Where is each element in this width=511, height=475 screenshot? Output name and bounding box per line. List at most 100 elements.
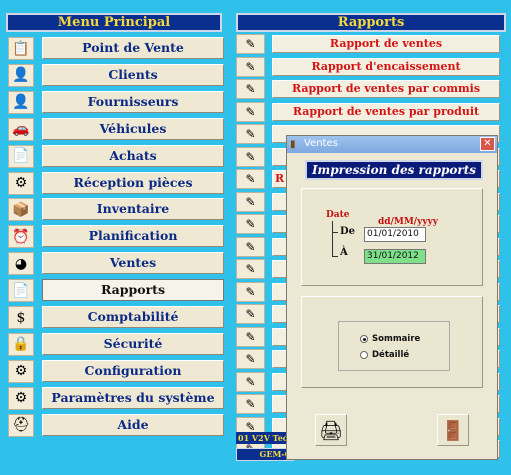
dollar-icon[interactable]: $ [8,306,34,329]
dialog-titlebar[interactable]: ▮ Ventes ✕ [287,136,497,153]
configuration-icon[interactable]: ⚙ [8,359,34,383]
menu-item-row: ⏰ Planification [8,225,224,249]
menu-button[interactable]: Rapports [42,279,224,302]
pencil-report-icon[interactable]: ✎ [236,259,265,279]
report-button[interactable]: Rapport de ventes par produit [272,102,500,121]
menu-button[interactable]: Aide [42,413,224,436]
date-format-label: dd/MM/yyyy [378,217,439,227]
lock-icon[interactable]: 🔒 [8,332,34,356]
pencil-report-icon[interactable]: ✎ [236,304,265,324]
report-document-icon[interactable]: 📄 [8,279,34,303]
pencil-report-icon[interactable]: ✎ [236,371,265,392]
menu-item-row: 📄 Rapports [8,279,224,303]
notepad-icon[interactable]: 📋 [8,37,34,60]
menu-item-row: 👤 Fournisseurs [8,90,224,114]
exit-door-icon: 🚪 [441,419,465,442]
menu-button[interactable]: Réception pièces [42,171,224,194]
parts-icon[interactable]: ⚙ [8,171,34,195]
radio-label: Sommaire [372,334,421,344]
radio-button[interactable] [360,335,368,343]
pencil-report-icon[interactable]: ✎ [236,124,265,144]
report-button[interactable]: Rapport de ventes par commis [272,80,500,98]
inventory-box-icon[interactable]: 📦 [8,198,34,222]
from-label: De [340,226,356,237]
pie-chart-icon[interactable]: ◕ [8,252,34,276]
menu-item-row: 📋 Point de Vente [8,37,224,60]
menu-button[interactable]: Configuration [42,359,224,382]
date-range-panel: Date dd/MM/yyyy De À 01/01/2010 31/01/20… [301,188,483,286]
menu-button[interactable]: Ventes [42,252,224,275]
date-label: Date [326,210,350,220]
radio-detaille[interactable]: Détaillé [360,349,409,361]
menu-item-row: ⚙ Paramètres du système [8,386,224,410]
menu-item-row: 🚗 Véhicules [8,117,224,141]
menu-item-row: 📄 Achats [8,144,224,168]
close-icon[interactable]: ✕ [480,137,495,151]
menu-button[interactable]: Inventaire [42,198,224,221]
menu-item-row: 🔒 Sécurité [8,332,224,356]
lifebuoy-icon[interactable]: ⛑ [8,413,34,437]
menu-item-row: 👤 Clients [8,63,224,87]
pencil-report-icon[interactable]: ✎ [236,236,265,257]
pencil-report-icon[interactable]: ✎ [236,214,265,234]
report-row: ✎ Rapport de ventes par produit [236,101,506,122]
menu-item-row: ⚙ Réception pièces [8,171,224,195]
print-reports-dialog: ▮ Ventes ✕ Impression des rapports Date … [286,135,498,460]
pencil-report-icon[interactable]: ✎ [236,281,265,302]
pencil-report-icon[interactable]: ✎ [236,326,265,347]
menu-button[interactable]: Achats [42,144,224,167]
pencil-report-icon[interactable]: ✎ [236,34,265,54]
app-icon: ▮ [290,139,296,150]
report-mode-group: Sommaire Détaillé [338,321,450,371]
menu-button[interactable]: Sécurité [42,332,224,355]
radio-button[interactable] [360,351,368,359]
dialog-heading: Impression des rapports [305,160,483,180]
pencil-report-icon[interactable]: ✎ [236,169,265,189]
menu-item-row: ◕ Ventes [8,252,224,276]
to-label: À [340,247,348,258]
supplier-person-icon[interactable]: 👤 [8,90,34,114]
pencil-report-icon[interactable]: ✎ [236,79,265,99]
menu-button[interactable]: Paramètres du système [42,386,224,409]
clock-icon[interactable]: ⏰ [8,225,34,249]
radio-sommaire[interactable]: Sommaire [360,333,420,345]
menu-principal-title: Menu Principal [6,13,222,32]
report-row: ✎ Rapport de ventes par commis [236,79,506,99]
menu-button[interactable]: Fournisseurs [42,90,224,113]
dialog-title: Ventes [304,138,338,149]
print-button[interactable]: 🖨 [315,414,347,446]
car-icon[interactable]: 🚗 [8,117,34,141]
menu-item-row: $ Comptabilité [8,306,224,329]
report-button[interactable]: Rapport d'encaissement [272,57,500,76]
menu-item-row: ⚙ Configuration [8,359,224,383]
pencil-report-icon[interactable]: ✎ [236,56,265,77]
person-icon[interactable]: 👤 [8,63,34,87]
pencil-report-icon[interactable]: ✎ [236,349,265,369]
purchase-document-icon[interactable]: 📄 [8,144,34,168]
bracket-line [332,221,333,257]
menu-button[interactable]: Clients [42,63,224,86]
menu-button[interactable]: Planification [42,225,224,248]
report-row: ✎ Rapport de ventes [236,34,506,54]
date-to-input[interactable]: 31/01/2012 [364,249,426,264]
radio-label: Détaillé [372,350,410,360]
menu-item-row: 📦 Inventaire [8,198,224,222]
system-settings-icon[interactable]: ⚙ [8,386,34,410]
date-from-input[interactable]: 01/01/2010 [364,227,426,242]
rapports-title: Rapports [236,13,506,32]
pencil-report-icon[interactable]: ✎ [236,191,265,212]
report-row: ✎ Rapport d'encaissement [236,56,506,77]
pencil-report-icon[interactable]: ✎ [236,146,265,167]
menu-button[interactable]: Point de Vente [42,37,224,59]
exit-button[interactable]: 🚪 [437,414,469,446]
report-mode-panel: Sommaire Détaillé [301,296,483,388]
bracket-line [332,256,338,257]
menu-button[interactable]: Comptabilité [42,306,224,328]
pencil-report-icon[interactable]: ✎ [236,101,265,122]
menu-button[interactable]: Véhicules [42,117,224,140]
printer-icon: 🖨 [318,419,344,442]
pencil-report-icon[interactable]: ✎ [236,394,265,414]
bracket-line [332,232,338,233]
menu-item-row: ⛑ Aide [8,413,224,437]
report-button[interactable]: Rapport de ventes [272,35,500,53]
